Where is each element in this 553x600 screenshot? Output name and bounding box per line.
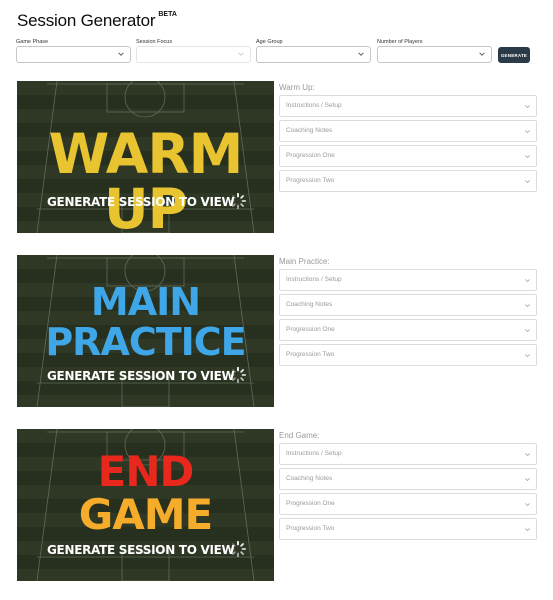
accordion-label: Progression Two	[286, 525, 335, 532]
main-practice-banner-heading-line2: PRACTICE	[45, 320, 246, 364]
number-of-players-select[interactable]	[377, 46, 492, 63]
coaching-notes-accordion[interactable]: Coaching Notes	[279, 120, 537, 142]
generate-session-caption: GENERATE SESSION TO VIEW	[47, 195, 235, 209]
page-title: Session Generator	[17, 11, 156, 30]
warm-up-banner-heading: WARM UP	[48, 122, 244, 234]
number-of-players-label: Number of Players	[377, 39, 423, 45]
coaching-notes-accordion[interactable]: Coaching Notes	[279, 294, 537, 316]
chevron-down-icon	[525, 180, 530, 184]
chevron-down-icon	[525, 130, 530, 134]
accordion-label: Instructions / Setup	[286, 450, 342, 457]
end-game-banner: END GAME GENERATE SESSION TO VIEW	[17, 429, 274, 581]
end-game-title: End Game:	[279, 431, 320, 440]
main-practice-banner-heading-line1: MAIN	[90, 280, 201, 324]
instructions-setup-accordion[interactable]: Instructions / Setup	[279, 269, 537, 291]
progression-one-accordion[interactable]: Progression One	[279, 493, 537, 515]
warm-up-section: WARM UP GENERATE SESSION TO VIEW Warm Up…	[17, 81, 537, 233]
accordion-label: Coaching Notes	[286, 127, 333, 134]
session-focus-label: Session Focus	[136, 39, 173, 45]
main-practice-banner: MAIN PRACTICE GENERATE SESSION TO VIEW	[17, 255, 274, 407]
chevron-down-icon	[118, 52, 124, 56]
accordion-label: Progression One	[286, 152, 335, 159]
instructions-setup-accordion[interactable]: Instructions / Setup	[279, 95, 537, 117]
progression-one-accordion[interactable]: Progression One	[279, 145, 537, 167]
chevron-down-icon	[525, 279, 530, 283]
accordion-label: Progression One	[286, 326, 335, 333]
progression-two-accordion[interactable]: Progression Two	[279, 170, 537, 192]
loading-spinner-icon	[229, 192, 247, 210]
chevron-down-icon	[525, 453, 530, 457]
accordion-label: Progression One	[286, 500, 335, 507]
number-of-players-filter: Number of Players	[377, 38, 492, 63]
progression-one-accordion[interactable]: Progression One	[279, 319, 537, 341]
beta-badge: BETA	[158, 11, 177, 18]
age-group-filter: Age Group	[256, 38, 371, 63]
accordion-label: Progression Two	[286, 177, 335, 184]
chevron-down-icon	[238, 52, 244, 56]
generate-session-caption: GENERATE SESSION TO VIEW	[47, 543, 235, 557]
chevron-down-icon	[525, 155, 530, 159]
accordion-label: Instructions / Setup	[286, 276, 342, 283]
filter-bar: Game Phase Session Focus Age Group Numbe…	[16, 38, 536, 68]
generate-button[interactable]: GENERATE	[498, 47, 530, 63]
page-header: Session Generator BETA	[17, 10, 177, 32]
game-phase-select[interactable]	[16, 46, 131, 63]
chevron-down-icon	[525, 503, 530, 507]
end-game-panel: End Game: Instructions / Setup Coaching …	[279, 429, 537, 543]
game-phase-label: Game Phase	[16, 39, 49, 45]
warm-up-panel: Warm Up: Instructions / Setup Coaching N…	[279, 81, 537, 195]
chevron-down-icon	[525, 105, 530, 109]
session-focus-filter: Session Focus	[136, 38, 251, 63]
accordion-label: Progression Two	[286, 351, 335, 358]
instructions-setup-accordion[interactable]: Instructions / Setup	[279, 443, 537, 465]
progression-two-accordion[interactable]: Progression Two	[279, 344, 537, 366]
chevron-down-icon	[525, 329, 530, 333]
warm-up-banner: WARM UP GENERATE SESSION TO VIEW	[17, 81, 274, 233]
session-focus-select[interactable]	[136, 46, 251, 63]
chevron-down-icon	[525, 528, 530, 532]
chevron-down-icon	[525, 478, 530, 482]
end-game-banner-heading-line2: GAME	[78, 490, 213, 539]
coaching-notes-accordion[interactable]: Coaching Notes	[279, 468, 537, 490]
warm-up-title: Warm Up:	[279, 83, 315, 92]
game-phase-filter: Game Phase	[16, 38, 131, 63]
main-practice-section: MAIN PRACTICE GENERATE SESSION TO VIEW M…	[17, 255, 537, 407]
accordion-label: Coaching Notes	[286, 301, 333, 308]
chevron-down-icon	[358, 52, 364, 56]
main-practice-title: Main Practice:	[279, 257, 330, 266]
end-game-banner-heading-line1: END	[97, 447, 195, 496]
generate-session-caption: GENERATE SESSION TO VIEW	[47, 369, 235, 383]
progression-two-accordion[interactable]: Progression Two	[279, 518, 537, 540]
accordion-label: Coaching Notes	[286, 475, 333, 482]
main-practice-panel: Main Practice: Instructions / Setup Coac…	[279, 255, 537, 369]
chevron-down-icon	[479, 52, 485, 56]
accordion-label: Instructions / Setup	[286, 102, 342, 109]
loading-spinner-icon	[229, 540, 247, 558]
chevron-down-icon	[525, 354, 530, 358]
age-group-select[interactable]	[256, 46, 371, 63]
end-game-section: END GAME GENERATE SESSION TO VIEW End Ga…	[17, 429, 537, 581]
chevron-down-icon	[525, 304, 530, 308]
age-group-label: Age Group	[256, 39, 283, 45]
loading-spinner-icon	[229, 366, 247, 384]
